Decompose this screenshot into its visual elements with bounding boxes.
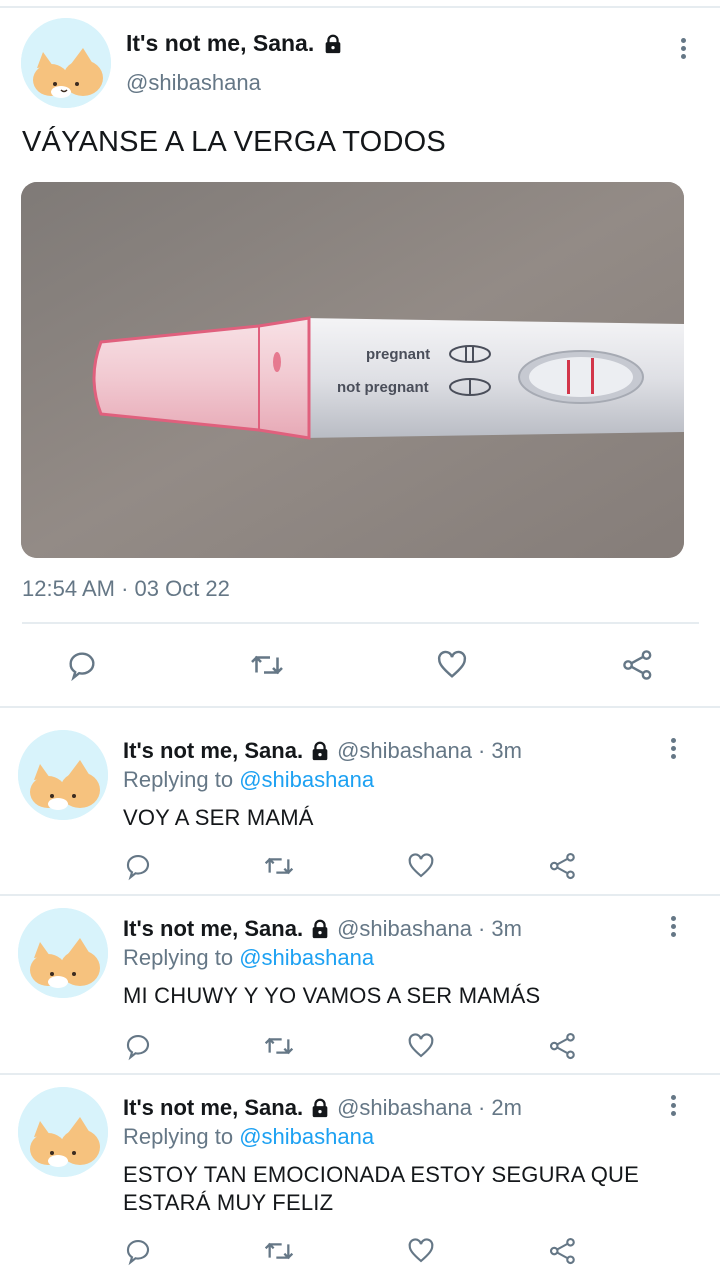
tweet-text: VOY A SER MAMÁ: [123, 805, 314, 830]
replying-to-link[interactable]: @shibashana: [239, 945, 374, 970]
tweet-time: · 3m: [477, 738, 522, 763]
reply-icon[interactable]: [62, 645, 102, 685]
photo-label-not-pregnant: not pregnant: [337, 379, 429, 396]
tweet-photo[interactable]: pregnant not pregnant: [21, 182, 684, 558]
like-icon[interactable]: [401, 1231, 441, 1271]
divider: [0, 706, 720, 708]
avatar[interactable]: [18, 1087, 108, 1177]
avatar[interactable]: [21, 18, 111, 108]
lock-icon: [325, 34, 341, 53]
author-handle[interactable]: @shibashana: [337, 1095, 472, 1121]
replying-to-link[interactable]: @shibashana: [239, 767, 374, 792]
like-icon[interactable]: [401, 846, 441, 886]
more-icon[interactable]: [668, 916, 678, 942]
lock-icon: [312, 741, 328, 761]
lock-icon: [312, 1098, 328, 1118]
author-name-row[interactable]: It's not me, Sana.: [126, 30, 344, 57]
tweet-text: VÁYANSE A LA VERGA TODOS: [22, 126, 446, 158]
author-handle[interactable]: @shibashana: [337, 738, 472, 764]
top-divider: [0, 6, 720, 8]
more-icon[interactable]: [668, 1095, 678, 1121]
retweet-icon[interactable]: [259, 1026, 299, 1066]
avatar[interactable]: [18, 908, 108, 998]
tweet-timestamp[interactable]: 12:54 AM · 03 Oct 22: [22, 576, 230, 602]
reply-tweet[interactable]: It's not me, Sana. @shibashana · 3m Repl…: [0, 908, 720, 1073]
retweet-icon[interactable]: [247, 645, 287, 685]
replying-to: Replying to @shibashana: [123, 945, 374, 971]
tweet-time: · 3m: [477, 916, 522, 941]
divider: [0, 1073, 720, 1075]
author-name[interactable]: It's not me, Sana.: [126, 30, 314, 57]
more-icon[interactable]: [678, 38, 688, 64]
replying-prefix: Replying to: [123, 767, 234, 792]
reply-icon[interactable]: [118, 846, 158, 886]
replying-to: Replying to @shibashana: [123, 767, 374, 793]
reply-tweet[interactable]: It's not me, Sana. @shibashana · 3m Repl…: [0, 730, 720, 895]
divider: [22, 622, 699, 624]
retweet-icon[interactable]: [259, 846, 299, 886]
divider: [0, 894, 720, 896]
more-icon[interactable]: [668, 738, 678, 764]
tweet-text: MI CHUWY Y YO VAMOS A SER MAMÁS: [123, 983, 541, 1008]
replying-prefix: Replying to: [123, 945, 234, 970]
replying-to: Replying to @shibashana: [123, 1124, 374, 1150]
photo-label-pregnant: pregnant: [366, 346, 430, 363]
share-icon[interactable]: [543, 1231, 583, 1271]
share-icon[interactable]: [618, 645, 658, 685]
reply-icon[interactable]: [118, 1026, 158, 1066]
like-icon[interactable]: [401, 1026, 441, 1066]
retweet-icon[interactable]: [259, 1231, 299, 1271]
replying-prefix: Replying to: [123, 1124, 234, 1149]
reply-tweet[interactable]: It's not me, Sana. @shibashana · 2m Repl…: [0, 1087, 720, 1275]
reply-icon[interactable]: [118, 1231, 158, 1271]
tweet-time: · 2m: [477, 1095, 522, 1120]
lock-icon: [312, 919, 328, 939]
author-handle[interactable]: @shibashana: [337, 916, 472, 942]
author-name[interactable]: It's not me, Sana.: [123, 916, 303, 942]
like-icon[interactable]: [432, 645, 472, 685]
tweet-text: ESTOY TAN EMOCIONADA ESTOY SEGURA QUE ES…: [123, 1162, 639, 1215]
share-icon[interactable]: [543, 846, 583, 886]
avatar[interactable]: [18, 730, 108, 820]
author-name[interactable]: It's not me, Sana.: [123, 1095, 303, 1121]
author-name[interactable]: It's not me, Sana.: [123, 738, 303, 764]
replying-to-link[interactable]: @shibashana: [239, 1124, 374, 1149]
share-icon[interactable]: [543, 1026, 583, 1066]
author-handle[interactable]: @shibashana: [126, 70, 261, 96]
